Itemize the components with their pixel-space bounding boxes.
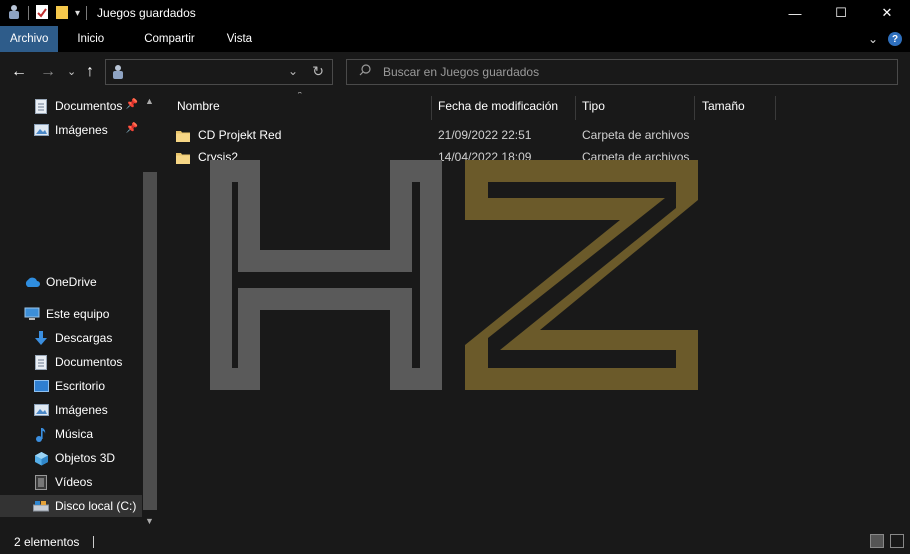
- document-icon: [33, 98, 49, 114]
- search-input[interactable]: [383, 63, 883, 81]
- video-icon: [33, 474, 49, 490]
- expand-ribbon-icon[interactable]: ⌄: [868, 32, 878, 46]
- navigation-pane: Documentos 📌 Imágenes 📌 OneDrive Este eq…: [0, 92, 158, 530]
- document-icon: [33, 354, 49, 370]
- nav-label: Este equipo: [46, 307, 110, 321]
- column-divider[interactable]: [431, 96, 432, 120]
- large-icons-view-icon[interactable]: [890, 534, 904, 548]
- scroll-down-icon[interactable]: ▼: [145, 516, 154, 526]
- nav-label: Documentos: [55, 355, 123, 369]
- drive-icon: [33, 498, 49, 514]
- address-bar[interactable]: ⌄ ↻: [105, 59, 333, 85]
- nav-item-documentos-quick[interactable]: Documentos 📌: [0, 95, 142, 117]
- nav-item-videos[interactable]: Vídeos: [0, 471, 142, 493]
- desktop-icon: [33, 378, 49, 394]
- window-title: Juegos guardados: [97, 6, 196, 20]
- item-count: 2 elementos: [14, 535, 80, 549]
- nav-item-este-equipo[interactable]: Este equipo: [0, 303, 142, 325]
- tab-archivo[interactable]: Archivo: [0, 26, 59, 52]
- nav-label: Descargas: [55, 331, 113, 345]
- column-header-size[interactable]: Tamaño: [702, 92, 772, 120]
- properties-icon[interactable]: [35, 4, 49, 23]
- details-view-icon[interactable]: [870, 534, 884, 548]
- address-dropdown-icon[interactable]: ⌄: [288, 64, 298, 78]
- hz-watermark-logo: [210, 160, 700, 393]
- pin-icon[interactable]: 📌: [126, 99, 138, 110]
- new-folder-icon[interactable]: [55, 4, 69, 23]
- search-icon: [359, 64, 371, 79]
- download-icon: [33, 330, 49, 346]
- nav-item-imagenes[interactable]: Imágenes: [0, 399, 142, 421]
- music-icon: [33, 426, 49, 442]
- nav-label: Escritorio: [55, 379, 106, 393]
- nav-item-descargas[interactable]: Descargas: [0, 327, 142, 349]
- nav-item-escritorio[interactable]: Escritorio: [0, 375, 142, 397]
- nav-item-musica[interactable]: Música: [0, 423, 142, 445]
- nav-item-documentos[interactable]: Documentos: [0, 351, 142, 373]
- scroll-up-icon[interactable]: ▲: [145, 96, 154, 106]
- column-header-date[interactable]: Fecha de modificación: [438, 92, 578, 120]
- status-divider: [93, 536, 95, 548]
- cube-icon: [33, 450, 49, 466]
- folder-icon: [176, 129, 198, 142]
- nav-label: Documentos: [55, 99, 123, 113]
- tab-inicio[interactable]: Inicio: [66, 26, 115, 52]
- nav-item-imagenes-quick[interactable]: Imágenes 📌: [0, 119, 142, 141]
- maximize-button[interactable]: ☐: [818, 0, 864, 26]
- close-button[interactable]: ✕: [864, 0, 910, 26]
- computer-icon: [24, 306, 40, 322]
- forward-button[interactable]: →: [40, 62, 56, 82]
- pin-icon[interactable]: 📌: [126, 123, 138, 134]
- nav-label: Vídeos: [55, 475, 93, 489]
- scroll-thumb[interactable]: [143, 172, 157, 510]
- column-divider[interactable]: [694, 96, 695, 120]
- nav-item-disco-local[interactable]: Disco local (C:): [0, 495, 142, 517]
- separator: [28, 6, 29, 20]
- cloud-icon: [24, 274, 40, 290]
- nav-label: Música: [55, 427, 94, 441]
- file-date: 21/09/2022 22:51: [438, 128, 532, 142]
- nav-label: Disco local (C:): [55, 499, 137, 513]
- nav-label: OneDrive: [46, 275, 97, 289]
- tab-compartir[interactable]: Compartir: [133, 26, 205, 52]
- nav-label: Objetos 3D: [55, 451, 116, 465]
- nav-label: Imágenes: [55, 123, 108, 137]
- file-type: Carpeta de archivos: [582, 128, 690, 142]
- column-header-name[interactable]: Nombre: [177, 92, 427, 120]
- address-row: ← → ⌄ ↑ ⌄ ↻: [0, 52, 910, 92]
- back-button[interactable]: ←: [11, 62, 27, 82]
- nav-item-onedrive[interactable]: OneDrive: [0, 271, 142, 293]
- column-divider[interactable]: [575, 96, 576, 120]
- app-icon[interactable]: [6, 4, 22, 23]
- nav-label: Imágenes: [55, 403, 108, 417]
- nav-scrollbar[interactable]: ▲ ▼: [142, 92, 158, 530]
- minimize-button[interactable]: —: [772, 0, 818, 26]
- title-bar: ▾ Juegos guardados — ☐ ✕: [0, 0, 910, 26]
- file-name: CD Projekt Red: [198, 128, 282, 142]
- pictures-icon: [33, 122, 49, 138]
- column-header-type[interactable]: Tipo: [582, 92, 692, 120]
- recent-locations-button[interactable]: ⌄: [67, 62, 76, 82]
- nav-item-objetos-3d[interactable]: Objetos 3D: [0, 447, 142, 469]
- help-icon[interactable]: ?: [888, 32, 902, 46]
- quick-access-dropdown-icon[interactable]: ▾: [75, 8, 80, 19]
- ribbon-tabs: Archivo Inicio Compartir Vista ⌄ ?: [0, 26, 910, 52]
- up-button[interactable]: ↑: [86, 62, 94, 82]
- search-box[interactable]: [346, 59, 898, 85]
- folder-icon: [176, 151, 198, 164]
- location-icon: [111, 64, 125, 83]
- separator: [86, 6, 88, 20]
- table-row[interactable]: CD Projekt Red 21/09/2022 22:51 Carpeta …: [176, 124, 736, 146]
- pictures-icon: [33, 402, 49, 418]
- tab-vista[interactable]: Vista: [216, 26, 263, 52]
- column-divider[interactable]: [775, 96, 776, 120]
- refresh-button[interactable]: ↻: [312, 63, 324, 80]
- status-bar: 2 elementos: [0, 530, 910, 554]
